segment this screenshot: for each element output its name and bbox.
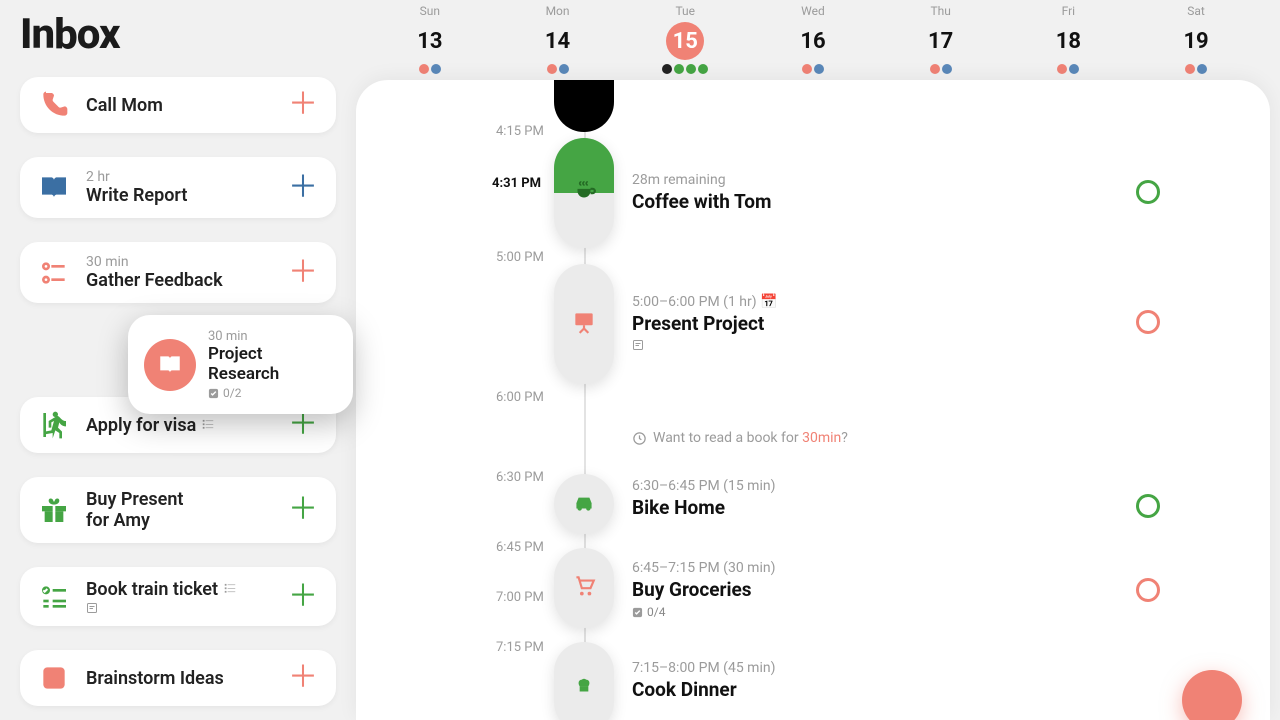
- add-button[interactable]: ＋: [288, 582, 318, 612]
- event-meta: 5:00–6:00 PM (1 hr) 📅: [632, 294, 1150, 310]
- time-tick: 4:15 PM: [496, 124, 544, 139]
- add-button[interactable]: ＋: [288, 663, 318, 693]
- timeline-panel[interactable]: 4:15 PM 4:31 PM 5:00 PM 6:00 PM 6:30 PM …: [356, 80, 1270, 720]
- coffee-icon: [571, 178, 597, 208]
- suggestion-row[interactable]: Want to read a book for 30min?: [632, 430, 848, 446]
- day-mon[interactable]: Mon14: [498, 4, 618, 74]
- day-wed[interactable]: Wed16: [753, 4, 873, 74]
- event-title: Buy Groceries: [632, 578, 1150, 601]
- car-icon: [571, 489, 597, 519]
- presentation-icon: [571, 309, 597, 339]
- schedule-pane: Sun13 Mon14 Tue15 Wed16 Thu17 Fri18 Sat1…: [356, 0, 1280, 720]
- walking-icon: [38, 409, 70, 441]
- inbox-title: Inbox: [20, 10, 336, 59]
- list-badge-icon: [201, 417, 215, 431]
- event-meta: 28m remaining: [632, 172, 1150, 188]
- inbox-item-write-report[interactable]: 2 hr Write Report ＋: [20, 157, 336, 218]
- task-title: Brainstorm Ideas: [86, 668, 272, 689]
- add-button[interactable]: ＋: [288, 258, 318, 288]
- cart-icon: [571, 573, 597, 603]
- day-sat[interactable]: Sat19: [1136, 4, 1256, 74]
- task-title-line2: for Amy: [86, 510, 272, 531]
- add-button[interactable]: ＋: [288, 173, 318, 203]
- book-icon: [144, 339, 196, 391]
- event-title: Coffee with Tom: [632, 190, 1150, 213]
- add-button[interactable]: ＋: [288, 495, 318, 525]
- time-tick: 7:00 PM: [496, 590, 544, 605]
- note-badge: [632, 339, 1150, 351]
- task-title: Gather Feedback: [86, 270, 272, 291]
- add-fab[interactable]: [1182, 670, 1242, 720]
- event-dinner[interactable]: 7:15–8:00 PM (45 min) Cook Dinner: [632, 660, 1150, 701]
- task-title: Book train ticket: [86, 579, 272, 600]
- now-time: 4:31 PM: [492, 176, 541, 191]
- task-duration: 2 hr: [86, 169, 272, 185]
- checklist-icon: [38, 581, 70, 613]
- time-tick: 6:00 PM: [496, 390, 544, 405]
- clock-icon: [632, 431, 647, 446]
- complete-ring[interactable]: [1136, 578, 1160, 602]
- event-bubble-groceries[interactable]: [554, 548, 614, 628]
- day-sun[interactable]: Sun13: [370, 4, 490, 74]
- subtask-count: 0/2: [208, 386, 337, 400]
- time-tick: 6:45 PM: [496, 540, 544, 555]
- add-button[interactable]: ＋: [288, 90, 318, 120]
- week-strip: Sun13 Mon14 Tue15 Wed16 Thu17 Fri18 Sat1…: [356, 0, 1270, 74]
- sliders-icon: [38, 257, 70, 289]
- square-icon: [38, 662, 70, 694]
- inbox-item-gather-feedback[interactable]: 30 min Gather Feedback ＋: [20, 242, 336, 303]
- suggestion-text: Want to read a book for 30min?: [653, 430, 848, 446]
- event-coffee[interactable]: 28m remaining Coffee with Tom: [632, 172, 1150, 213]
- add-button[interactable]: ＋: [288, 410, 318, 440]
- inbox-item-book-train[interactable]: Book train ticket ＋: [20, 567, 336, 626]
- day-tue[interactable]: Tue15: [625, 4, 745, 74]
- event-bubble-present[interactable]: [554, 264, 614, 384]
- complete-ring[interactable]: [1136, 310, 1160, 334]
- event-groceries[interactable]: 6:45–7:15 PM (30 min) Buy Groceries 0/4: [632, 560, 1150, 619]
- event-title: Bike Home: [632, 496, 1150, 519]
- day-fri[interactable]: Fri18: [1008, 4, 1128, 74]
- task-title: Write Report: [86, 185, 272, 206]
- task-duration: 30 min: [208, 329, 337, 344]
- day-thu[interactable]: Thu17: [881, 4, 1001, 74]
- complete-ring[interactable]: [1136, 180, 1160, 204]
- task-title: Call Mom: [86, 95, 272, 116]
- event-present[interactable]: 5:00–6:00 PM (1 hr) 📅 Present Project: [632, 294, 1150, 351]
- inbox-item-call-mom[interactable]: Call Mom ＋: [20, 77, 336, 133]
- book-icon: [38, 172, 70, 204]
- time-tick: 7:15 PM: [496, 640, 544, 655]
- inbox-item-buy-present[interactable]: Buy Present for Amy ＋: [20, 477, 336, 543]
- event-title: Cook Dinner: [632, 678, 1150, 701]
- event-title: Present Project: [632, 312, 1150, 335]
- event-bubble-coffee[interactable]: [554, 138, 614, 248]
- chef-icon: [571, 672, 597, 702]
- event-meta: 6:45–7:15 PM (30 min): [632, 560, 1150, 576]
- time-tick: 6:30 PM: [496, 470, 544, 485]
- phone-icon: [38, 89, 70, 121]
- task-duration: 30 min: [86, 254, 272, 270]
- now-knob[interactable]: [554, 80, 614, 132]
- subtask-count: 0/4: [632, 605, 1150, 619]
- task-title: Apply for visa: [86, 415, 272, 436]
- event-meta: 6:30–6:45 PM (15 min): [632, 478, 1150, 494]
- app-root: Inbox Call Mom ＋ 2 hr Write Report: [0, 0, 1280, 720]
- event-meta: 7:15–8:00 PM (45 min): [632, 660, 1150, 676]
- task-title: Project Research: [208, 344, 337, 384]
- gift-icon: [38, 494, 70, 526]
- event-bubble-bike[interactable]: [554, 474, 614, 534]
- complete-ring[interactable]: [1136, 494, 1160, 518]
- note-badge: [86, 602, 272, 614]
- event-bubble-dinner[interactable]: [554, 642, 614, 720]
- dragged-task-card[interactable]: 30 min Project Research 0/2: [128, 315, 353, 414]
- inbox-item-brainstorm[interactable]: Brainstorm Ideas ＋: [20, 650, 336, 706]
- list-badge-icon: [223, 581, 237, 595]
- event-bike[interactable]: 6:30–6:45 PM (15 min) Bike Home: [632, 478, 1150, 519]
- time-tick: 5:00 PM: [496, 250, 544, 265]
- task-title: Buy Present: [86, 489, 272, 510]
